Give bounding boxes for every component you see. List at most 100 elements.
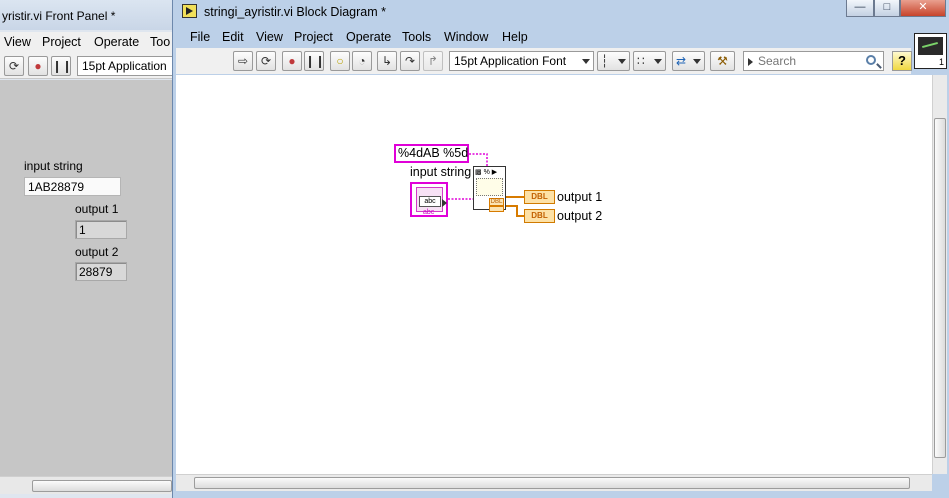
run-button[interactable]: ⇨ [233, 51, 253, 71]
pause-icon: ❙❙ [305, 54, 326, 68]
chevron-down-icon [654, 59, 662, 64]
output-2-label: output 2 [75, 245, 119, 259]
horizontal-scroll-thumb[interactable] [194, 477, 910, 489]
input-string-label: input string [24, 159, 83, 173]
menu-window[interactable]: Window [444, 30, 488, 44]
menu-operate[interactable]: Operate [346, 30, 391, 44]
menu-help[interactable]: Help [502, 30, 528, 44]
retain-wire-values-button[interactable]: ◔ [352, 51, 372, 71]
menu-view[interactable]: View [256, 30, 283, 44]
scan-output-2-type [489, 206, 504, 212]
input-string-control[interactable]: 1AB28879 [24, 177, 121, 196]
scan-node-header: ▩ % ▶ [475, 169, 498, 176]
input-string-terminal-label: input string [410, 165, 472, 179]
close-button[interactable]: ✕ [900, 0, 946, 17]
front-panel-scroll-thumb[interactable] [32, 480, 172, 492]
labview-app-icon [182, 4, 197, 18]
font-select[interactable]: 15pt Application Font [449, 51, 594, 71]
output-1-terminal[interactable]: DBL [524, 190, 555, 204]
run-continuously-icon: ⟳ [260, 54, 272, 68]
vi-icon[interactable]: 1 [914, 33, 947, 69]
output-2-terminal[interactable]: DBL [524, 209, 555, 223]
scan-node-percent: % [483, 169, 490, 176]
horizontal-scrollbar[interactable] [176, 474, 932, 491]
step-out-button[interactable]: ↱ [423, 51, 443, 71]
reorder-button[interactable]: ⇄ [672, 51, 705, 71]
run-arrow-icon: ⇨ [237, 54, 249, 68]
stop-icon: ● [34, 59, 42, 73]
format-string-constant[interactable]: %4dAB %5d [394, 144, 469, 163]
highlight-execution-button[interactable]: ○ [330, 51, 350, 71]
vertical-scroll-thumb[interactable] [934, 118, 946, 458]
scan-from-string-node[interactable]: ▩ % ▶ DBL [473, 166, 506, 212]
run-continuously-icon: ⟳ [8, 59, 20, 73]
context-help-button[interactable]: ? [892, 51, 912, 71]
minimize-icon: — [854, 1, 866, 13]
menu-edit[interactable]: Edit [222, 30, 244, 44]
search-box[interactable] [743, 51, 884, 71]
pause-button[interactable]: ❙❙ [304, 51, 326, 71]
fp-menu-project[interactable]: Project [42, 35, 81, 49]
help-icon: ? [898, 53, 906, 68]
string-control-icon: abc abc [416, 187, 443, 216]
block-diagram-menubar: File Edit View Project Operate Tools Win… [176, 28, 911, 47]
pause-button[interactable]: ❙❙ [51, 56, 73, 76]
output-2-terminal-label: output 2 [557, 209, 603, 223]
distribute-objects-button[interactable]: ∷ [633, 51, 666, 71]
clean-up-icon: ⚒ [717, 54, 728, 68]
search-expand-icon [748, 58, 753, 66]
chevron-down-icon [693, 59, 701, 64]
string-control-glyph: abc [419, 196, 441, 207]
front-panel-font-select[interactable]: 15pt Application [77, 56, 178, 76]
block-diagram-canvas[interactable]: %4dAB %5d input string abc abc ▩ % ▶ DBL… [176, 75, 932, 474]
lightbulb-icon: ○ [336, 54, 344, 68]
output-1-terminal-label: output 1 [557, 190, 603, 204]
block-diagram-titlebar[interactable]: stringi_ayristir.vi Block Diagram * — □ … [173, 0, 949, 25]
output-1-label: output 1 [75, 202, 119, 216]
front-panel-horizontal-scrollbar[interactable] [0, 476, 172, 494]
menu-project[interactable]: Project [294, 30, 333, 44]
format-string-wire [469, 153, 488, 166]
chevron-down-icon [618, 59, 626, 64]
search-icon[interactable] [866, 55, 876, 65]
step-over-button[interactable]: ↷ [400, 51, 420, 71]
vi-icon-number: 1 [938, 57, 944, 67]
fp-menu-operate[interactable]: Operate [94, 35, 139, 49]
search-input[interactable] [758, 53, 858, 69]
menu-tools[interactable]: Tools [402, 30, 431, 44]
step-into-button[interactable]: ↳ [377, 51, 397, 71]
align-objects-button[interactable]: ┆ [597, 51, 630, 71]
maximize-icon: □ [883, 1, 891, 13]
front-panel-titlebar[interactable]: yristir.vi Front Panel * [0, 0, 178, 30]
fp-menu-tools[interactable]: Too [150, 35, 170, 49]
retain-values-icon: ◔ [358, 54, 366, 68]
input-string-terminal[interactable]: abc abc [410, 182, 448, 217]
vi-icon-graph [918, 37, 943, 55]
pause-icon: ❙❙ [52, 59, 73, 73]
minimize-button[interactable]: — [846, 0, 874, 17]
font-select-value: 15pt Application Font [454, 54, 567, 68]
block-diagram-title: stringi_ayristir.vi Block Diagram * [204, 5, 386, 19]
front-panel-title: yristir.vi Front Panel * [2, 9, 116, 23]
output-2-wire [506, 205, 525, 217]
block-diagram-toolbar: ⇨ ⟳ ● ❙❙ ○ ◔ ↳ ↷ ↱ 15pt Application Font… [176, 48, 912, 74]
vertical-scrollbar[interactable] [932, 75, 947, 474]
step-over-icon: ↷ [404, 54, 416, 68]
step-into-icon: ↳ [381, 54, 393, 68]
front-panel-canvas[interactable]: input string 1AB28879 output 1 1 output … [0, 80, 172, 476]
abort-button[interactable]: ● [282, 51, 302, 71]
block-diagram-window[interactable]: stringi_ayristir.vi Block Diagram * — □ … [172, 0, 949, 498]
terminal-output-arrow-icon [442, 199, 447, 207]
output-2-indicator: 28879 [75, 262, 127, 281]
run-continuously-button[interactable]: ⟳ [256, 51, 276, 71]
front-panel-window[interactable]: yristir.vi Front Panel * View Project Op… [0, 0, 178, 498]
abort-button[interactable]: ● [28, 56, 48, 76]
maximize-button[interactable]: □ [874, 0, 900, 17]
fp-menu-view[interactable]: View [4, 35, 31, 49]
string-type-tag: abc [423, 209, 435, 216]
chevron-down-icon [582, 59, 590, 64]
front-panel-menubar: View Project Operate Too [0, 32, 178, 53]
run-continuously-button[interactable]: ⟳ [4, 56, 24, 76]
clean-up-diagram-button[interactable]: ⚒ [710, 51, 735, 71]
menu-file[interactable]: File [190, 30, 210, 44]
